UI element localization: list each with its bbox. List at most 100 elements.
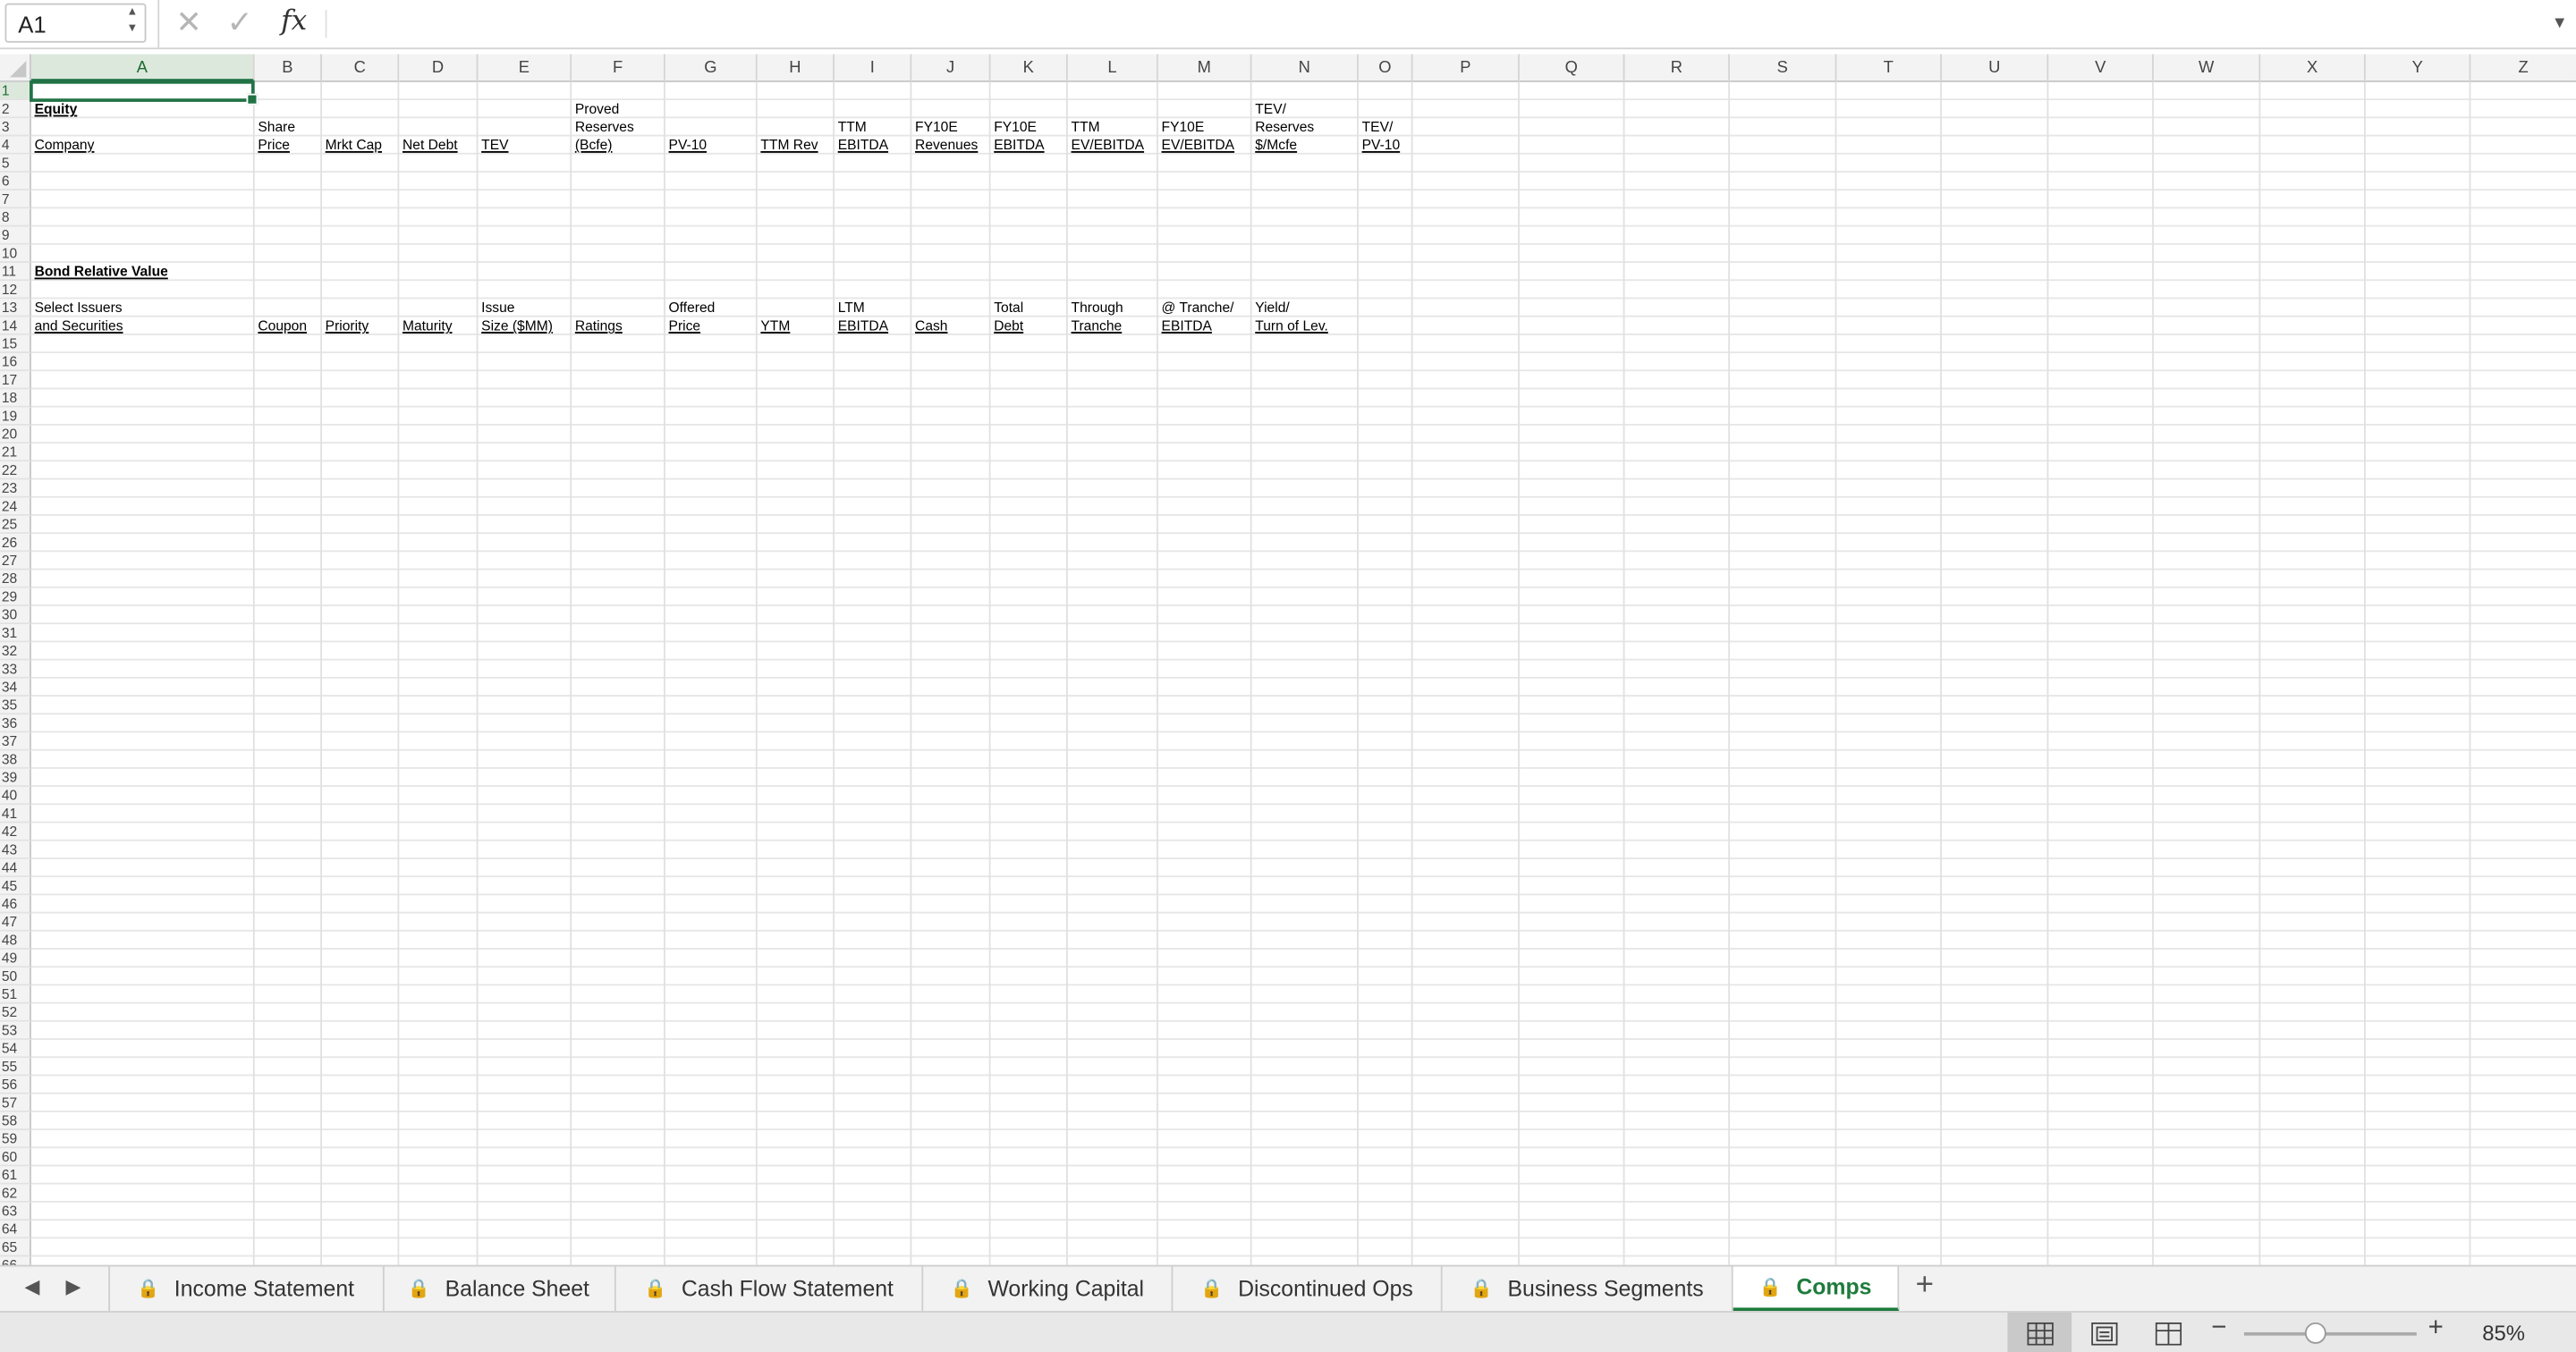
- row-header[interactable]: 59: [0, 1129, 31, 1149]
- cell-f2[interactable]: Proved: [572, 100, 619, 118]
- cell-a13[interactable]: Select Issuers: [31, 299, 123, 317]
- row-header[interactable]: 38: [0, 750, 31, 769]
- row-header[interactable]: 34: [0, 678, 31, 697]
- cell-i3[interactable]: TTM: [835, 118, 867, 136]
- row-header[interactable]: 3: [0, 118, 31, 137]
- column-header[interactable]: Q: [1519, 54, 1625, 82]
- zoom-slider-thumb[interactable]: [2304, 1322, 2326, 1344]
- cell-l13[interactable]: Through: [1068, 299, 1123, 317]
- row-header[interactable]: 17: [0, 371, 31, 390]
- row-header[interactable]: 35: [0, 696, 31, 715]
- column-header[interactable]: W: [2153, 54, 2261, 82]
- column-header[interactable]: Z: [2470, 54, 2576, 82]
- row-header[interactable]: 52: [0, 1003, 31, 1022]
- cell-b3[interactable]: Share: [255, 118, 295, 136]
- row-header[interactable]: 16: [0, 352, 31, 372]
- check-icon[interactable]: ✓: [226, 5, 252, 43]
- column-header[interactable]: P: [1412, 54, 1520, 82]
- row-header[interactable]: 54: [0, 1039, 31, 1059]
- row-header[interactable]: 47: [0, 913, 31, 932]
- row-header[interactable]: 45: [0, 877, 31, 896]
- chevron-down-icon[interactable]: ▼: [127, 23, 139, 35]
- cell-a11[interactable]: Bond Relative Value: [31, 263, 168, 281]
- cell-d14[interactable]: Maturity: [399, 317, 453, 335]
- cell-h4[interactable]: TTM Rev: [758, 136, 818, 154]
- column-header[interactable]: I: [835, 54, 912, 82]
- cell-i13[interactable]: LTM: [835, 299, 865, 317]
- cell-e14[interactable]: Size ($MM): [478, 317, 553, 335]
- column-header[interactable]: H: [757, 54, 835, 82]
- add-sheet-button[interactable]: +: [1916, 1268, 1934, 1304]
- cell-j14[interactable]: Cash: [911, 317, 947, 335]
- row-header[interactable]: 61: [0, 1166, 31, 1185]
- row-header[interactable]: 11: [0, 262, 31, 282]
- row-header[interactable]: 26: [0, 534, 31, 553]
- sheet-tab[interactable]: 🔒 Balance Sheet: [383, 1266, 616, 1312]
- cell-f14[interactable]: Ratings: [572, 317, 623, 335]
- cell-i14[interactable]: EBITDA: [835, 317, 888, 335]
- row-header[interactable]: 55: [0, 1058, 31, 1077]
- column-header[interactable]: D: [399, 54, 479, 82]
- cell-e13[interactable]: Issue: [478, 299, 514, 317]
- row-header[interactable]: 53: [0, 1021, 31, 1040]
- sheet-tab[interactable]: 🔒 Discontinued Ops: [1173, 1266, 1443, 1312]
- row-header[interactable]: 60: [0, 1148, 31, 1167]
- row-header[interactable]: 64: [0, 1221, 31, 1239]
- cell-a4[interactable]: Company: [31, 136, 95, 154]
- cell-l14[interactable]: Tranche: [1068, 317, 1123, 335]
- row-header[interactable]: 56: [0, 1076, 31, 1094]
- row-header[interactable]: 6: [0, 172, 31, 191]
- zoom-slider-track[interactable]: [2243, 1331, 2417, 1336]
- cell-k14[interactable]: Debt: [991, 317, 1023, 335]
- cell-l4[interactable]: EV/EBITDA: [1068, 136, 1145, 154]
- row-header[interactable]: 48: [0, 931, 31, 950]
- cell-f3[interactable]: Reserves: [572, 118, 634, 136]
- row-header[interactable]: 28: [0, 570, 31, 588]
- row-header[interactable]: 2: [0, 100, 31, 119]
- row-header[interactable]: 29: [0, 587, 31, 606]
- cell-k3[interactable]: FY10E: [991, 118, 1037, 136]
- cell-a2[interactable]: Equity: [31, 100, 78, 118]
- row-header[interactable]: 12: [0, 281, 31, 300]
- row-header[interactable]: 24: [0, 497, 31, 516]
- column-header[interactable]: T: [1836, 54, 1942, 82]
- cell-d4[interactable]: Net Debt: [399, 136, 458, 154]
- row-header[interactable]: 63: [0, 1202, 31, 1221]
- cell-n3[interactable]: Reserves: [1252, 118, 1314, 136]
- cell-m4[interactable]: EV/EBITDA: [1158, 136, 1235, 154]
- row-header[interactable]: 19: [0, 407, 31, 426]
- cell-o4[interactable]: PV-10: [1359, 136, 1401, 154]
- row-header[interactable]: 39: [0, 768, 31, 788]
- column-header[interactable]: R: [1624, 54, 1731, 82]
- close-icon[interactable]: ✕: [176, 5, 202, 43]
- cell-o3[interactable]: TEV/: [1359, 118, 1394, 136]
- column-header[interactable]: V: [2048, 54, 2154, 82]
- column-header[interactable]: U: [1941, 54, 2049, 82]
- row-header[interactable]: 25: [0, 515, 31, 535]
- cell-c14[interactable]: Priority: [322, 317, 369, 335]
- row-header[interactable]: 27: [0, 552, 31, 570]
- row-header[interactable]: 23: [0, 479, 31, 498]
- row-header[interactable]: 14: [0, 317, 31, 335]
- zoom-in-button[interactable]: +: [2428, 1314, 2444, 1344]
- cell-j4[interactable]: Revenues: [911, 136, 978, 154]
- row-header[interactable]: 33: [0, 660, 31, 679]
- row-header[interactable]: 57: [0, 1094, 31, 1112]
- row-header[interactable]: 41: [0, 805, 31, 824]
- sheet-tab[interactable]: 🔒 Comps: [1733, 1266, 1900, 1312]
- column-header[interactable]: E: [478, 54, 572, 82]
- cell-k4[interactable]: EBITDA: [991, 136, 1044, 154]
- row-header[interactable]: 62: [0, 1184, 31, 1203]
- cell-n4[interactable]: $/Mcfe: [1252, 136, 1297, 154]
- cell-n14[interactable]: Turn of Lev.: [1252, 317, 1328, 335]
- row-header[interactable]: 58: [0, 1111, 31, 1130]
- fx-icon[interactable]: fx: [281, 5, 307, 38]
- cell-b14[interactable]: Coupon: [255, 317, 307, 335]
- row-header[interactable]: 37: [0, 732, 31, 751]
- sheet-tab[interactable]: 🔒 Business Segments: [1443, 1266, 1733, 1312]
- row-header[interactable]: 7: [0, 190, 31, 209]
- column-header[interactable]: B: [254, 54, 322, 82]
- row-header[interactable]: 42: [0, 823, 31, 841]
- column-header[interactable]: X: [2260, 54, 2366, 82]
- zoom-level[interactable]: 85%: [2482, 1321, 2525, 1346]
